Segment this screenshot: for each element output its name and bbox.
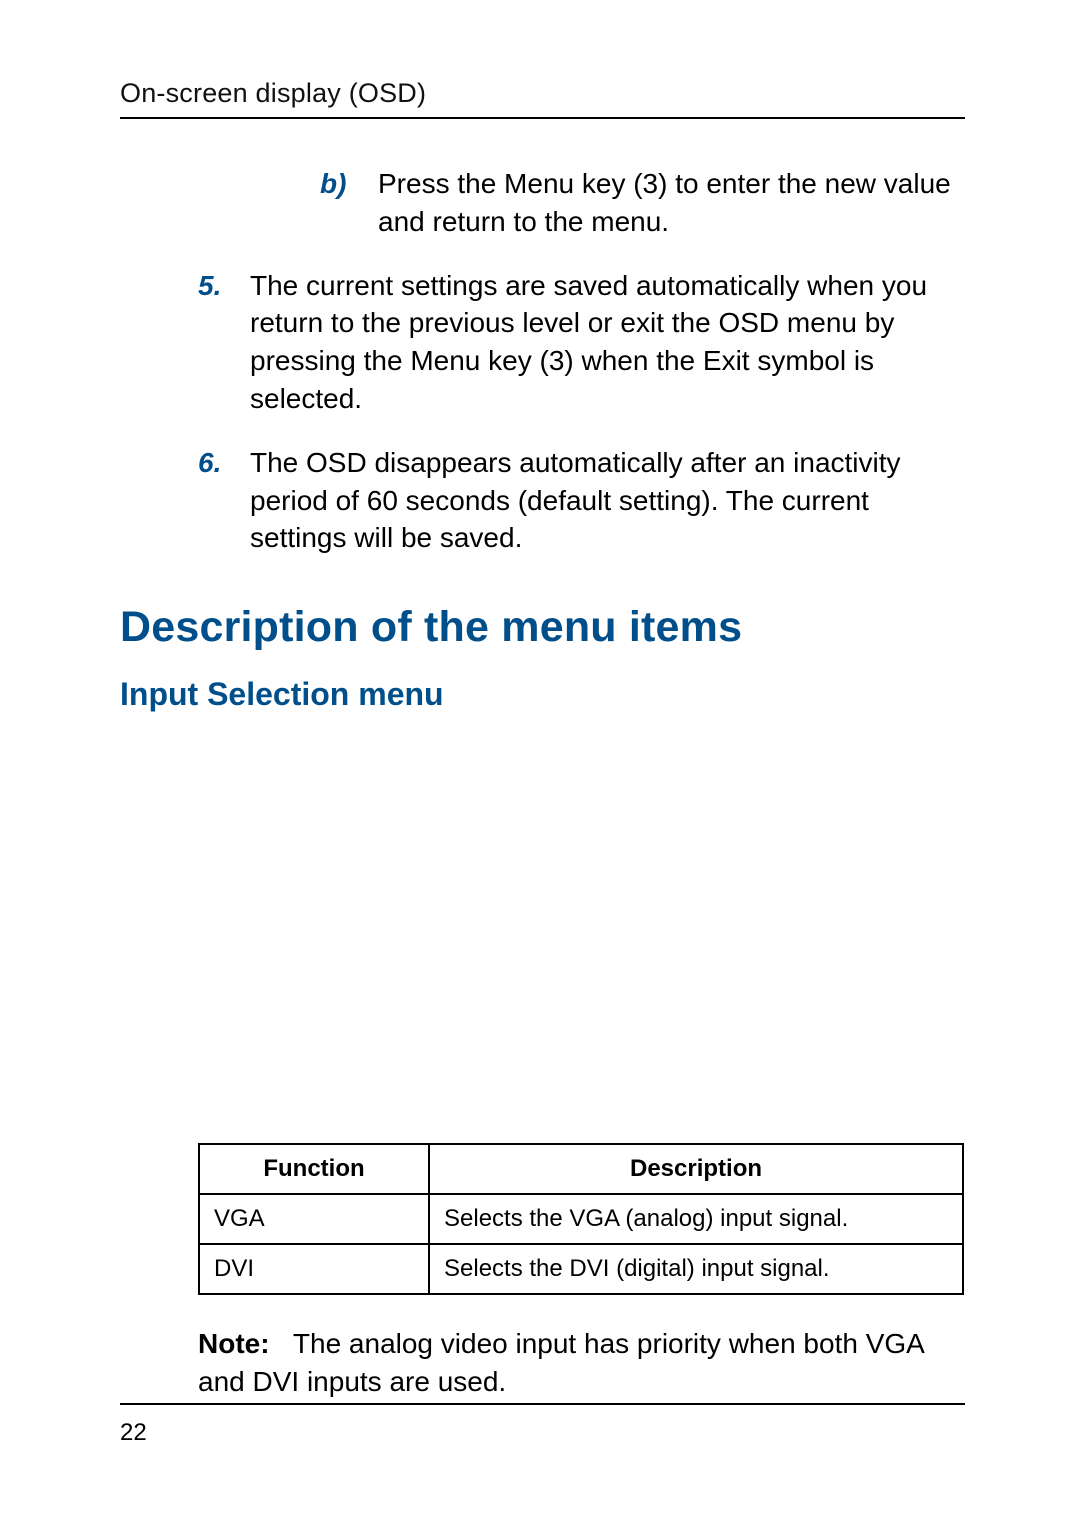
table-cell-function: VGA <box>199 1194 429 1244</box>
running-head: On-screen display (OSD) <box>120 78 965 109</box>
note-block: Note: The analog video input has priorit… <box>198 1325 965 1401</box>
header-rule <box>120 117 965 119</box>
table-cell-description: Selects the DVI (digital) input signal. <box>429 1244 963 1294</box>
list-text-6: The OSD disappears automatically after a… <box>250 444 965 557</box>
table-header-function: Function <box>199 1144 429 1194</box>
function-table: Function Description VGA Selects the VGA… <box>198 1143 964 1295</box>
function-table-wrap: Function Description VGA Selects the VGA… <box>198 1143 964 1295</box>
table-cell-function: DVI <box>199 1244 429 1294</box>
subsection-title: Input Selection menu <box>120 676 965 713</box>
list-text-b: Press the Menu key (3) to enter the new … <box>378 165 965 241</box>
page-number: 22 <box>120 1419 965 1447</box>
list-marker-5: 5. <box>198 267 250 418</box>
table-row: DVI Selects the DVI (digital) input sign… <box>199 1244 963 1294</box>
footer-rule <box>120 1403 965 1405</box>
list-item-5: 5. The current settings are saved automa… <box>198 267 965 418</box>
section-title: Description of the menu items <box>120 603 965 652</box>
list-item-b: b) Press the Menu key (3) to enter the n… <box>320 165 965 241</box>
page: On-screen display (OSD) b) Press the Men… <box>0 0 1080 1529</box>
page-footer: 22 <box>120 1403 965 1447</box>
list-text-5: The current settings are saved automatic… <box>250 267 965 418</box>
table-cell-description: Selects the VGA (analog) input signal. <box>429 1194 963 1244</box>
table-header-description: Description <box>429 1144 963 1194</box>
list-marker-6: 6. <box>198 444 250 557</box>
table-header-row: Function Description <box>199 1144 963 1194</box>
note-text: The analog video input has priority when… <box>198 1328 923 1397</box>
list-item-6: 6. The OSD disappears automatically afte… <box>198 444 965 557</box>
list-marker-b: b) <box>320 165 378 241</box>
note-label: Note: <box>198 1328 270 1359</box>
table-row: VGA Selects the VGA (analog) input signa… <box>199 1194 963 1244</box>
